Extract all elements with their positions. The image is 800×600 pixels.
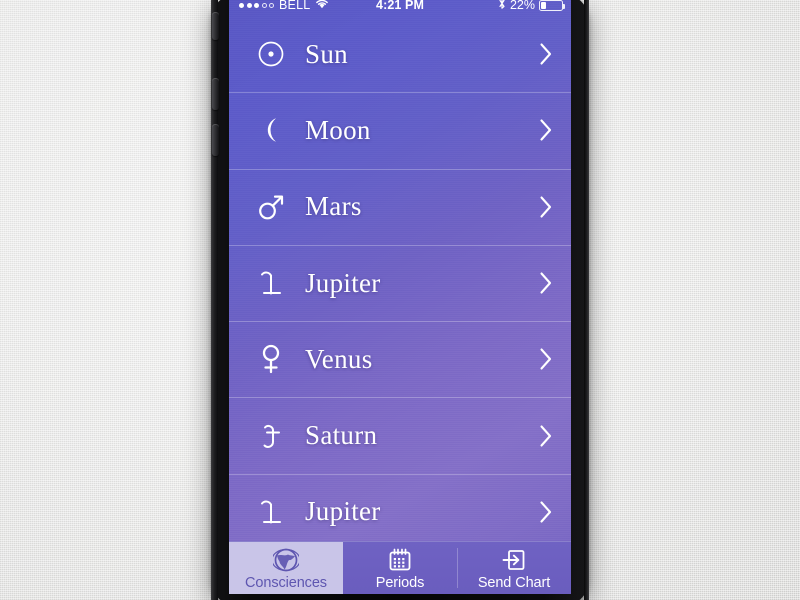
carrier-label: BELL (279, 0, 311, 12)
chevron-right-icon[interactable] (535, 37, 557, 71)
phone-device: BELL 4:21 PM 22% Sun Moon Mars Jupiter V… (211, 0, 589, 600)
battery-cap (563, 3, 565, 9)
list-item-label: Moon (305, 114, 371, 145)
chevron-right-icon[interactable] (535, 495, 557, 529)
signal-strength-icon (239, 2, 274, 8)
tab-label: Send Chart (477, 575, 551, 591)
status-bar-left: BELL (239, 0, 329, 12)
phone-right-rail (584, 0, 589, 600)
chevron-right-icon[interactable] (535, 342, 557, 376)
globe-icon (273, 547, 299, 573)
tab-label: Consciences (245, 575, 327, 591)
chevron-right-icon[interactable] (535, 113, 557, 147)
volume-down-button[interactable] (212, 124, 219, 156)
mute-switch-button[interactable] (212, 12, 219, 40)
jupiter-symbol-icon (251, 267, 291, 299)
saturn-symbol-icon (251, 420, 291, 452)
list-item[interactable]: Jupiter (229, 244, 571, 321)
list-item-label: Mars (305, 191, 362, 222)
tab-send-chart[interactable]: Send Chart (457, 542, 571, 594)
phone-screen: BELL 4:21 PM 22% Sun Moon Mars Jupiter V… (229, 0, 571, 594)
export-arrow-icon (501, 547, 527, 573)
mars-symbol-icon (251, 192, 291, 222)
signal-dot (261, 2, 267, 8)
jupiter-symbol-icon (251, 496, 291, 528)
list-item-label: Jupiter (305, 496, 381, 527)
wifi-icon (315, 0, 329, 12)
list-item[interactable]: Sun (229, 16, 571, 92)
list-item[interactable]: Saturn (229, 397, 571, 473)
tab-bar: Consciences Periods Send Chart (229, 541, 571, 594)
screenshot-canvas: BELL 4:21 PM 22% Sun Moon Mars Jupiter V… (0, 0, 800, 600)
signal-dot (254, 2, 259, 8)
sun-symbol-icon (251, 39, 291, 69)
battery-icon (539, 0, 565, 11)
chevron-right-icon[interactable] (535, 266, 557, 300)
signal-dot (246, 2, 252, 8)
list-item-label: Venus (305, 343, 373, 374)
list-item-label: Saturn (305, 420, 378, 451)
moon-symbol-icon (251, 115, 291, 145)
chevron-right-icon[interactable] (535, 190, 557, 224)
planet-list: Sun Moon Mars Jupiter Venus Saturn Jupit… (229, 16, 571, 550)
battery-percent-label: 22% (509, 0, 535, 12)
battery-fill (541, 1, 546, 9)
tab-consciences[interactable]: Consciences (229, 542, 343, 594)
volume-up-button[interactable] (212, 78, 219, 110)
list-item[interactable]: Moon (229, 92, 571, 168)
calendar-icon (387, 547, 413, 573)
status-bar-right: 22% (498, 0, 565, 13)
list-item-label: Sun (305, 38, 348, 69)
list-item[interactable]: Jupiter (229, 473, 571, 550)
tab-periods[interactable]: Periods (343, 542, 457, 594)
signal-dot (269, 2, 274, 8)
venus-symbol-icon (251, 343, 291, 375)
list-item[interactable]: Venus (229, 321, 571, 397)
tab-label: Periods (375, 575, 425, 591)
bluetooth-icon (498, 0, 506, 13)
status-bar: BELL 4:21 PM 22% (229, 0, 571, 16)
list-item[interactable]: Mars (229, 168, 571, 245)
chevron-right-icon[interactable] (535, 419, 557, 453)
list-item-label: Jupiter (305, 267, 381, 298)
signal-dot (239, 2, 244, 8)
